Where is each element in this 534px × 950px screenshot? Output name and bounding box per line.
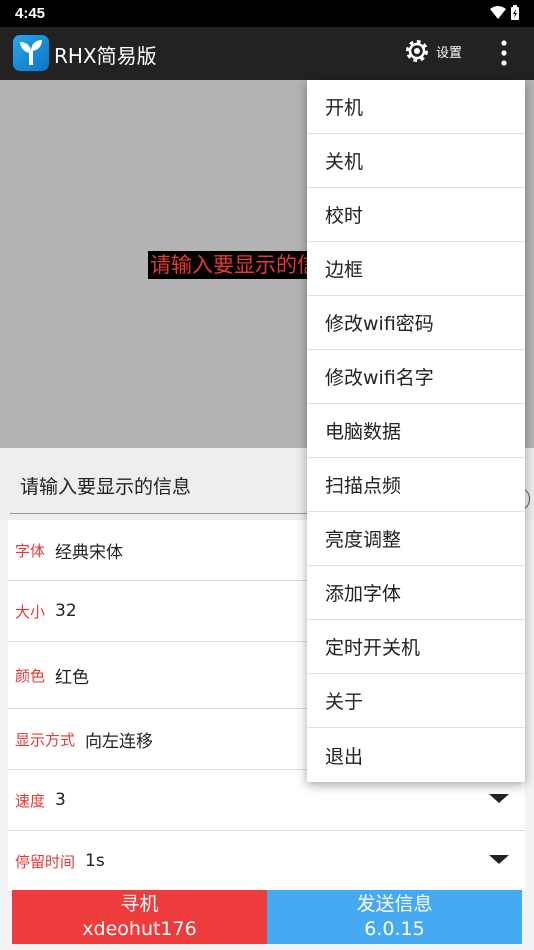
app-version: 6.0.15 [364,918,425,940]
gear-icon [406,40,428,62]
status-time: 4:45 [15,5,46,22]
setting-label: 大小 [15,602,46,621]
settings-label: 设置 [436,45,463,61]
menu-item-power-on[interactable]: 开机 [307,80,525,134]
menu-item-pc-data[interactable]: 电脑数据 [307,404,525,458]
setting-label: 颜色 [15,666,46,685]
status-bar: 4:45 [0,0,534,27]
preview-text: 请输入要显示的信息 [148,251,308,279]
setting-label: 停留时间 [15,852,76,871]
message-input[interactable]: 请输入要显示的信息 [10,460,310,514]
menu-item-power-off[interactable]: 关机 [307,134,525,188]
app-title: RHX简易版 [54,44,157,68]
setting-value: 红色 [55,667,90,688]
setting-value: 向左连移 [85,731,154,752]
status-icons [490,5,520,21]
send-message-label: 发送信息 [356,893,433,915]
setting-value: 1s [85,851,105,871]
find-device-button[interactable]: 寻机 xdeohut176 [12,890,267,944]
device-id: xdeohut176 [82,918,197,940]
setting-label: 字体 [15,541,46,560]
dropdown-arrow-icon[interactable] [489,794,509,803]
setting-label: 显示方式 [15,730,76,749]
app-bar: RHX简易版 设置 [0,27,534,80]
settings-button[interactable]: 设置 [404,38,462,64]
menu-item-scan-frequency[interactable]: 扫描点频 [307,458,525,512]
setting-value: 32 [55,601,77,621]
dropdown-arrow-icon[interactable] [489,855,509,864]
overflow-menu-button[interactable] [497,39,511,67]
bottom-buttons: 寻机 xdeohut176 发送信息 6.0.15 [12,890,522,944]
menu-item-exit[interactable]: 退出 [307,728,525,782]
menu-item-wifi-password[interactable]: 修改wifi密码 [307,296,525,350]
menu-item-add-font[interactable]: 添加字体 [307,566,525,620]
menu-item-schedule-power[interactable]: 定时开关机 [307,620,525,674]
setting-label: 速度 [15,791,46,810]
menu-item-border[interactable]: 边框 [307,242,525,296]
overflow-menu: 开机 关机 校时 边框 修改wifi密码 修改wifi名字 电脑数据 扫描点频 … [307,80,525,782]
menu-item-brightness[interactable]: 亮度调整 [307,512,525,566]
setting-value: 3 [55,790,66,810]
setting-value: 经典宋体 [55,542,124,563]
app-logo-icon [13,35,49,71]
wifi-icon [490,6,506,19]
setting-row-dwell-time[interactable]: 停留时间 1s [8,831,525,892]
menu-item-sync-time[interactable]: 校时 [307,188,525,242]
find-device-label: 寻机 [120,893,159,915]
battery-icon [511,5,519,20]
send-message-button[interactable]: 发送信息 6.0.15 [267,890,522,944]
menu-item-about[interactable]: 关于 [307,674,525,728]
menu-item-wifi-name[interactable]: 修改wifi名字 [307,350,525,404]
more-vert-icon [501,40,507,66]
